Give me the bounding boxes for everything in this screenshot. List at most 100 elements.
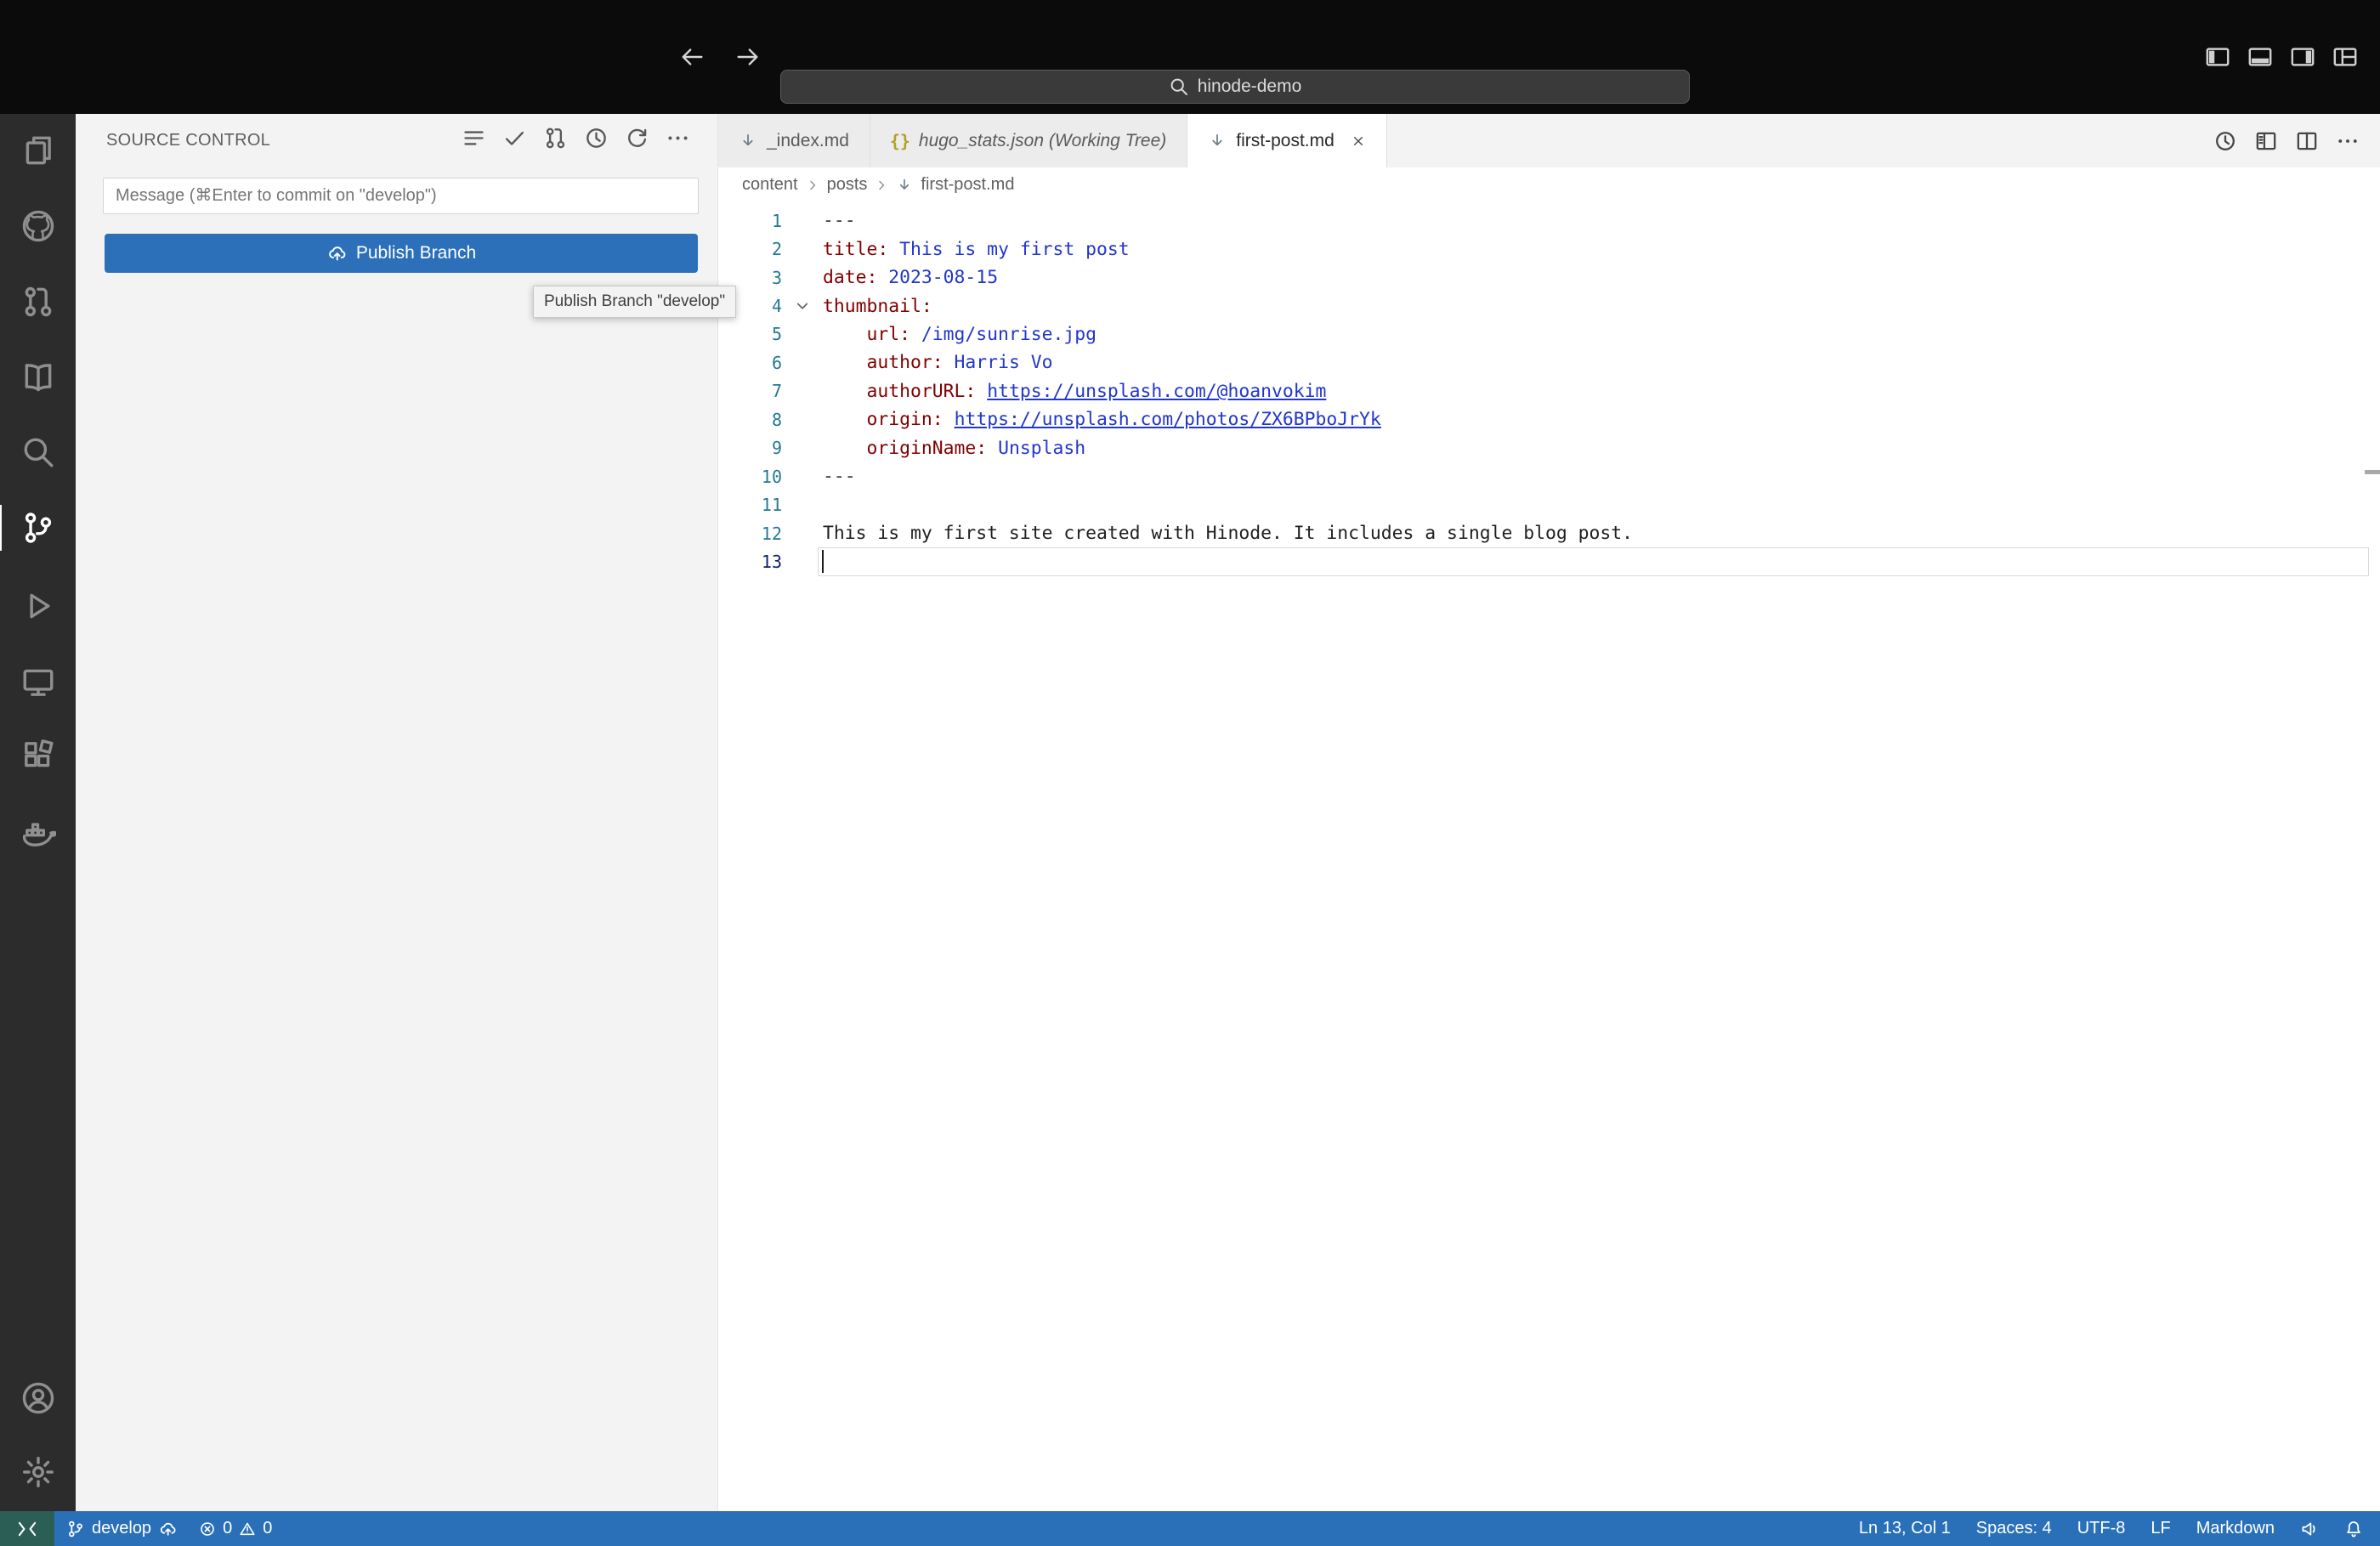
layout-controls xyxy=(2205,0,2358,114)
code-line[interactable]: 13 xyxy=(718,547,2380,577)
activity-item-remote-explorer[interactable] xyxy=(0,654,76,710)
view-as-list-button[interactable] xyxy=(462,126,486,150)
overview-ruler-mark xyxy=(2365,470,2380,474)
token: originName: xyxy=(823,437,988,459)
code-line[interactable]: 3 date: 2023-08-15 xyxy=(718,263,2380,292)
breadcrumb-folder[interactable]: posts xyxy=(827,175,868,195)
line-number: 12 xyxy=(761,523,782,544)
close-tab-button[interactable] xyxy=(1351,133,1366,149)
code-line[interactable]: 1 --- xyxy=(718,207,2380,235)
extensions-icon xyxy=(20,738,56,773)
line-text: --- xyxy=(823,466,856,487)
line-number: 11 xyxy=(761,495,782,516)
activity-item-settings[interactable] xyxy=(0,1444,76,1500)
title-bar: hinode-demo xyxy=(0,0,2380,114)
feedback-button[interactable] xyxy=(2300,1520,2319,1538)
tab-hugo-stats-json-working-tree-[interactable]: {} hugo_stats.json (Working Tree) xyxy=(870,114,1188,167)
activity-item-explorer[interactable] xyxy=(0,122,76,178)
ellipsis-icon xyxy=(2336,129,2360,153)
activity-item-docs[interactable] xyxy=(0,348,76,405)
activity-item-accounts[interactable] xyxy=(0,1370,76,1426)
commit-button[interactable] xyxy=(502,126,527,150)
split-editor-button[interactable] xyxy=(2295,129,2319,153)
activity-item-github[interactable] xyxy=(0,198,76,254)
code-line[interactable]: 10 --- xyxy=(718,462,2380,490)
problems-button[interactable]: 0 0 xyxy=(199,1519,272,1538)
code-line[interactable]: 7 authorURL: https://unsplash.com/@hoanv… xyxy=(718,377,2380,405)
view-history-button[interactable] xyxy=(584,126,609,150)
commit-message-input[interactable] xyxy=(103,178,699,214)
code-line[interactable]: 12 This is my first site created with Hin… xyxy=(718,519,2380,547)
timeline-button[interactable] xyxy=(2213,129,2237,153)
cursor-position-button[interactable]: Ln 13, Col 1 xyxy=(1859,1519,1951,1538)
sidebar-title: SOURCE CONTROL xyxy=(106,131,271,150)
activity-item-run-debug[interactable] xyxy=(0,578,76,634)
navigate-forward-button[interactable] xyxy=(734,44,760,70)
source-control-actions xyxy=(462,126,690,150)
line-text: This is my first site created with Hinod… xyxy=(823,523,1633,544)
arrow-left-icon xyxy=(680,44,706,70)
code-area[interactable]: 1 --- 2 title: This is my first post 3 date: … xyxy=(718,202,2380,1511)
line-text: authorURL: https://unsplash.com/@hoanvok… xyxy=(823,381,1327,402)
code-line[interactable]: 2 title: This is my first post xyxy=(718,235,2380,263)
command-center-search[interactable]: hinode-demo xyxy=(780,70,1690,104)
tab-label: hugo_stats.json (Working Tree) xyxy=(918,130,1167,150)
eol-button[interactable]: LF xyxy=(2150,1519,2170,1538)
line-number: 3 xyxy=(771,267,782,288)
activity-item-extensions[interactable] xyxy=(0,728,76,784)
token: url: xyxy=(823,323,911,345)
indentation-button[interactable]: Spaces: 4 xyxy=(1976,1519,2052,1538)
activity-item-pull-requests[interactable] xyxy=(0,274,76,330)
customize-layout-button[interactable] xyxy=(2332,44,2358,70)
breadcrumb-folder[interactable]: content xyxy=(742,175,798,195)
branch-status-button[interactable]: develop xyxy=(66,1519,177,1538)
navigate-back-button[interactable] xyxy=(680,44,706,70)
toggle-panel-button[interactable] xyxy=(2247,44,2273,70)
line-text: url: /img/sunrise.jpg xyxy=(823,324,1096,345)
open-preview-button[interactable] xyxy=(2254,129,2278,153)
language-mode-button[interactable]: Markdown xyxy=(2196,1519,2275,1538)
editor-more-actions-button[interactable] xyxy=(2336,129,2360,153)
panel-left-icon xyxy=(2205,44,2230,70)
encoding-button[interactable]: UTF-8 xyxy=(2077,1519,2126,1538)
activity-item-source-control[interactable] xyxy=(0,500,76,556)
breadcrumb-file[interactable]: first-post.md xyxy=(921,175,1014,195)
activity-item-search[interactable] xyxy=(0,424,76,480)
line-text: --- xyxy=(823,210,856,231)
notifications-button[interactable] xyxy=(2344,1520,2363,1538)
code-line[interactable]: 8 origin: https://unsplash.com/photos/ZX… xyxy=(718,405,2380,433)
line-number: 10 xyxy=(761,466,782,487)
fold-chevron-icon[interactable] xyxy=(794,297,811,314)
remote-window-icon xyxy=(20,664,56,699)
remote-indicator-button[interactable] xyxy=(0,1511,54,1546)
code-line[interactable]: 9 originName: Unsplash xyxy=(718,434,2380,462)
more-actions-button[interactable] xyxy=(666,126,690,150)
code-line[interactable]: 6 author: Harris Vo xyxy=(718,348,2380,377)
create-pull-request-button[interactable] xyxy=(543,126,568,150)
list-icon xyxy=(462,126,486,150)
tab-first-post-md[interactable]: first-post.md xyxy=(1187,114,1387,167)
search-icon xyxy=(20,434,56,470)
ellipsis-icon xyxy=(666,126,690,150)
tab--index-md[interactable]: _index.md xyxy=(718,114,870,167)
source-control-icon xyxy=(20,510,56,546)
activity-item-docker[interactable] xyxy=(0,804,76,860)
token: This is my first site created with Hinod… xyxy=(823,523,1633,545)
run-debug-icon xyxy=(20,588,56,624)
editor-group: _index.md {} hugo_stats.json (Working Tree… xyxy=(718,114,2380,1511)
history-icon xyxy=(584,126,609,150)
toggle-secondary-sidebar-button[interactable] xyxy=(2290,44,2315,70)
line-number: 1 xyxy=(771,210,782,231)
breadcrumb: content posts first-post.md xyxy=(718,167,2380,202)
code-line[interactable]: 5 url: /img/sunrise.jpg xyxy=(718,320,2380,348)
docker-icon xyxy=(20,814,56,850)
code-line[interactable]: 4 thumbnail: xyxy=(718,292,2380,320)
toggle-primary-sidebar-button[interactable] xyxy=(2205,44,2230,70)
line-text: title: This is my first post xyxy=(823,239,1130,260)
token: author: xyxy=(823,352,944,374)
publish-branch-button[interactable]: Publish Branch xyxy=(105,234,698,273)
line-number: 9 xyxy=(771,438,782,459)
code-line[interactable]: 11 xyxy=(718,490,2380,518)
token: This is my first post xyxy=(888,238,1130,260)
refresh-button[interactable] xyxy=(625,126,649,150)
